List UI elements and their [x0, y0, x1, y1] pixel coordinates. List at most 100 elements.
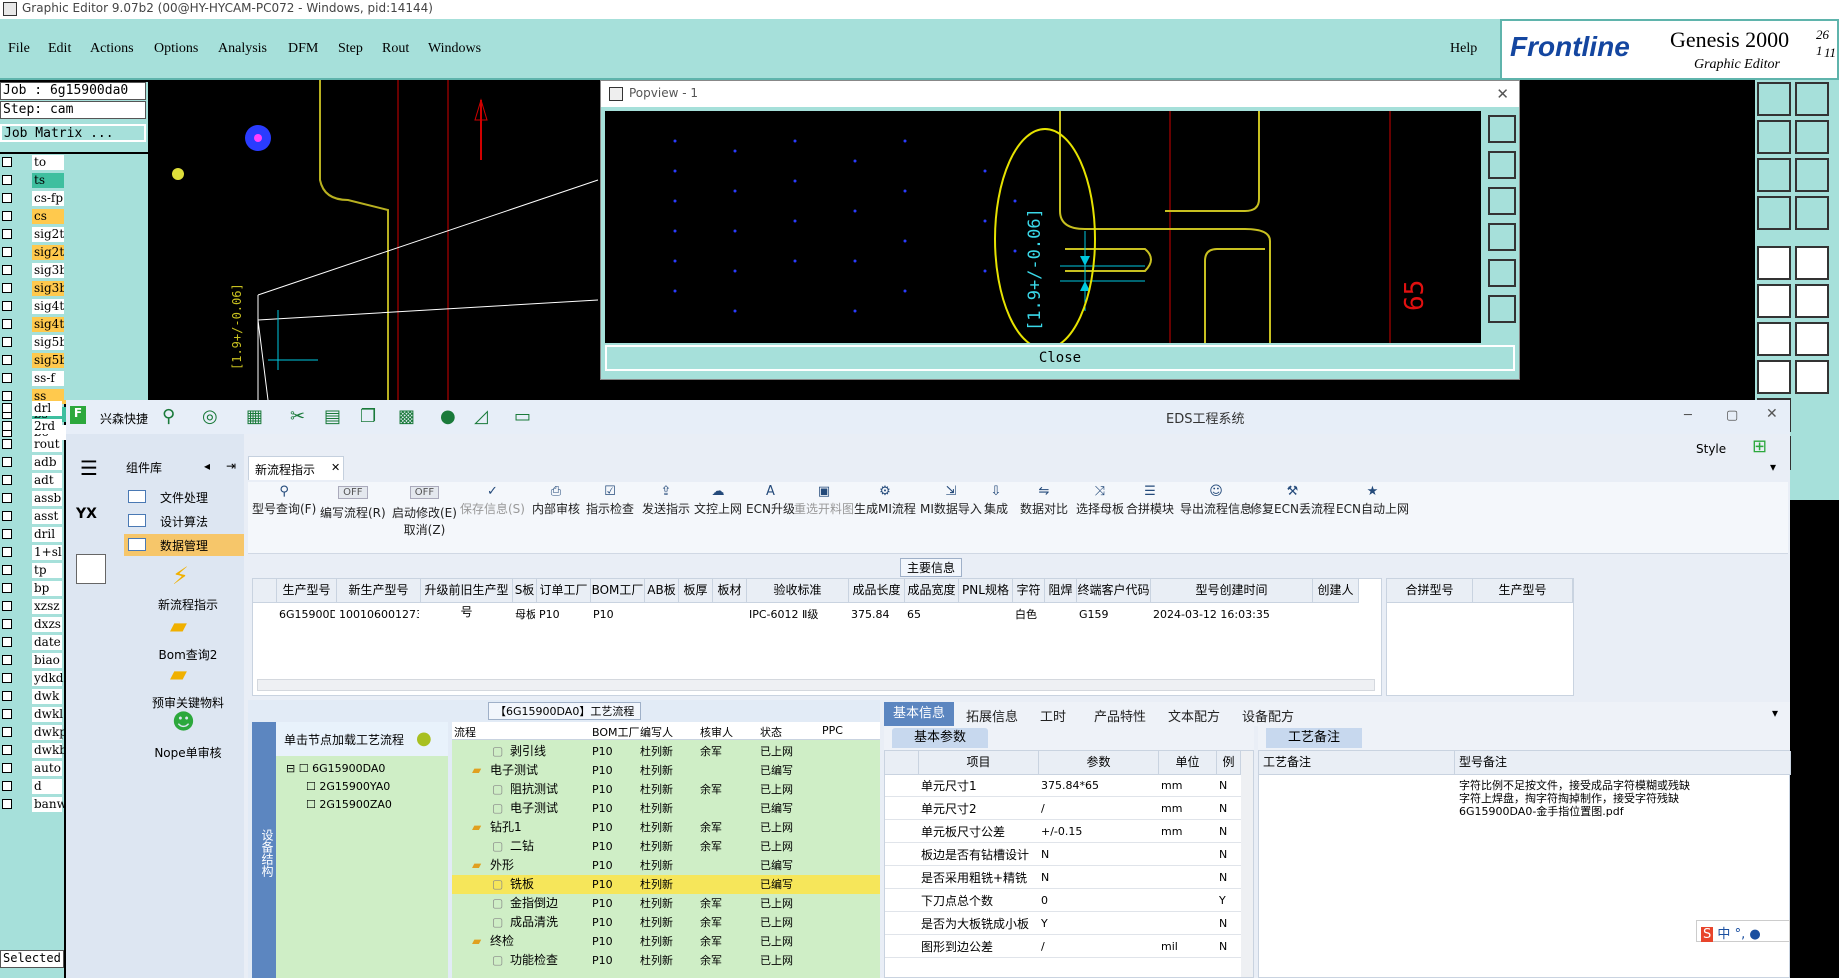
grid-header[interactable]: BOM工厂 — [591, 579, 645, 603]
layer-row[interactable]: sig3b.etch — [0, 262, 116, 280]
layer-row[interactable]: sig5b — [0, 352, 116, 370]
param-row[interactable]: 单元尺寸2 / mm N — [885, 798, 1241, 820]
params-header[interactable]: 参数 — [1039, 751, 1159, 775]
eds-close-icon[interactable]: ✕ — [1766, 406, 1778, 422]
tool-slope-icon[interactable] — [1757, 322, 1791, 356]
layer-checkbox[interactable] — [2, 745, 12, 755]
grid-header[interactable]: 成品长度 — [849, 579, 905, 603]
layer-checkbox[interactable] — [2, 529, 12, 539]
tree-node-child[interactable]: ☐ 2G15900YA0 — [306, 780, 390, 793]
user-icon[interactable]: ● — [440, 406, 456, 427]
layer-checkbox[interactable] — [2, 283, 12, 293]
layer-checkbox[interactable] — [2, 193, 12, 203]
layer-row[interactable]: dwkb — [0, 742, 67, 760]
grid-cell[interactable]: 母板 — [515, 605, 535, 625]
grid-cell[interactable]: 白色 — [1015, 605, 1043, 625]
toolbar-button[interactable]: ✓ 保存信息(S) — [460, 484, 525, 517]
grid-cell[interactable]: 6G15900DA0 — [279, 605, 335, 625]
flow-row[interactable]: ▰ 外形 P10 杜列新 已编写 — [452, 856, 880, 875]
layer-row[interactable]: tp — [0, 562, 64, 580]
copy-icon[interactable]: ❐ — [360, 406, 376, 427]
layer-row[interactable]: cs-fp.etch — [0, 190, 116, 208]
menu-analysis[interactable]: Analysis — [218, 41, 267, 57]
toolbar-button[interactable]: ☑ 指示检查 — [586, 484, 634, 517]
layer-row[interactable]: dxzs — [0, 616, 64, 634]
style-label[interactable]: Style — [1696, 442, 1726, 456]
layer-row[interactable]: adb — [0, 454, 64, 472]
layer-row[interactable]: ts — [0, 172, 116, 190]
menu-windows[interactable]: Windows — [428, 41, 481, 57]
grid-header[interactable]: AB板 — [645, 579, 679, 603]
menu-actions[interactable]: Actions — [90, 41, 134, 57]
popview-pan-down-icon[interactable] — [1488, 187, 1516, 215]
chevron-down-icon[interactable]: ▾ — [1770, 460, 1776, 474]
grid-cell[interactable] — [647, 605, 677, 625]
layer-checkbox[interactable] — [2, 439, 12, 449]
hamburger-icon[interactable]: ☰ — [80, 456, 98, 480]
flow-header[interactable]: 核审人 — [700, 724, 733, 740]
grid-header[interactable]: 终端客户代码 — [1077, 579, 1151, 603]
layer-row[interactable]: bp — [0, 580, 64, 598]
layer-checkbox[interactable] — [2, 583, 12, 593]
grid-header[interactable]: 升级前旧生产型号 — [421, 579, 513, 619]
layer-checkbox[interactable] — [2, 229, 12, 239]
tool-arrow-icon[interactable] — [1757, 246, 1791, 280]
popview-canvas[interactable]: [1.9+/-0.06] 65 — [605, 111, 1481, 343]
tab-basic-info[interactable]: 基本信息 — [884, 702, 954, 726]
popview-close-icon[interactable]: ✕ — [1496, 85, 1509, 103]
layer-row[interactable]: date — [0, 634, 64, 652]
collapse-left-icon[interactable]: ◂ — [204, 459, 210, 473]
layer-row[interactable]: to — [0, 154, 116, 172]
tool-line-icon[interactable] — [1795, 246, 1829, 280]
layer-row[interactable]: auto — [0, 760, 64, 778]
layer-checkbox[interactable] — [2, 493, 12, 503]
param-row[interactable]: 单元尺寸1 375.84*65 mm N — [885, 775, 1241, 797]
layer-row[interactable]: sig4t — [0, 316, 116, 334]
grid-icon[interactable]: ▩ — [398, 406, 415, 427]
flow-row[interactable]: ▢ 阻抗测试 P10 杜列新 余军 已上网 — [452, 780, 880, 799]
tool-diag-icon[interactable] — [1795, 322, 1829, 356]
lightning-icon[interactable]: ⚡ — [172, 562, 189, 590]
params-scrollbar[interactable] — [1241, 751, 1253, 977]
toolbar-button[interactable]: A ECN升级 — [746, 484, 795, 517]
layer-checkbox[interactable] — [2, 691, 12, 701]
grid-header[interactable]: 型号创建时间 — [1151, 579, 1313, 603]
layer-row[interactable]: banw — [0, 796, 67, 814]
layer-checkbox[interactable] — [2, 781, 12, 791]
flow-header[interactable]: 状态 — [760, 724, 782, 740]
layer-row[interactable]: ss-f — [0, 370, 116, 388]
layer-row[interactable]: sig2t.etch — [0, 226, 116, 244]
merge-grid-header[interactable]: 生产型号 — [1473, 579, 1573, 603]
menu-dfm[interactable]: DFM — [288, 41, 318, 57]
popview-pan-left-icon[interactable] — [1488, 223, 1516, 251]
params-header[interactable]: 项目 — [919, 751, 1039, 775]
job-matrix-button[interactable]: Job Matrix ... — [0, 124, 146, 142]
grid-cell[interactable]: 375.84 — [851, 605, 903, 625]
layer-checkbox[interactable] — [2, 211, 12, 221]
layer-row[interactable]: xzsz — [0, 598, 64, 616]
layer-checkbox[interactable] — [2, 421, 12, 431]
layer-checkbox[interactable] — [2, 601, 12, 611]
param-row[interactable]: 是否为大板铣成小板 Y N — [885, 913, 1241, 935]
toolbar-button[interactable]: ☺ 导出流程信息 — [1180, 484, 1252, 517]
doc-tab-new-flow[interactable]: 新流程指示 ✕ — [248, 456, 344, 480]
popview-fit-icon[interactable] — [1488, 295, 1516, 323]
grid-cell[interactable] — [1315, 605, 1357, 625]
flow-row[interactable]: ▢ 金指倒边 P10 杜列新 余军 已上网 — [452, 894, 880, 913]
popview-zoom-home-icon[interactable] — [1488, 115, 1516, 143]
toolbar-button[interactable]: ⇪ 发送指示 — [642, 484, 690, 517]
layer-checkbox[interactable] — [2, 763, 12, 773]
calculator-icon[interactable] — [76, 554, 106, 584]
layer-checkbox[interactable] — [2, 319, 12, 329]
toolbar-button[interactable]: ☁ 文控上网 — [694, 484, 742, 517]
nav-data-management[interactable]: 数据管理 — [124, 534, 244, 556]
toolbar-button[interactable]: ⚙ 生成MI流程 — [854, 484, 916, 517]
popview-pan-right-icon[interactable] — [1488, 259, 1516, 287]
flow-row[interactable]: ▰ 终检 P10 杜列新 余军 已上网 — [452, 932, 880, 951]
layer-checkbox[interactable] — [2, 157, 12, 167]
grid-cell[interactable]: 65 — [907, 605, 957, 625]
tool-cross-icon[interactable] — [1795, 284, 1829, 318]
param-row[interactable]: 下刀点总个数 0 Y — [885, 890, 1241, 912]
menu-edit[interactable]: Edit — [48, 41, 71, 57]
menu-options[interactable]: Options — [154, 41, 198, 57]
